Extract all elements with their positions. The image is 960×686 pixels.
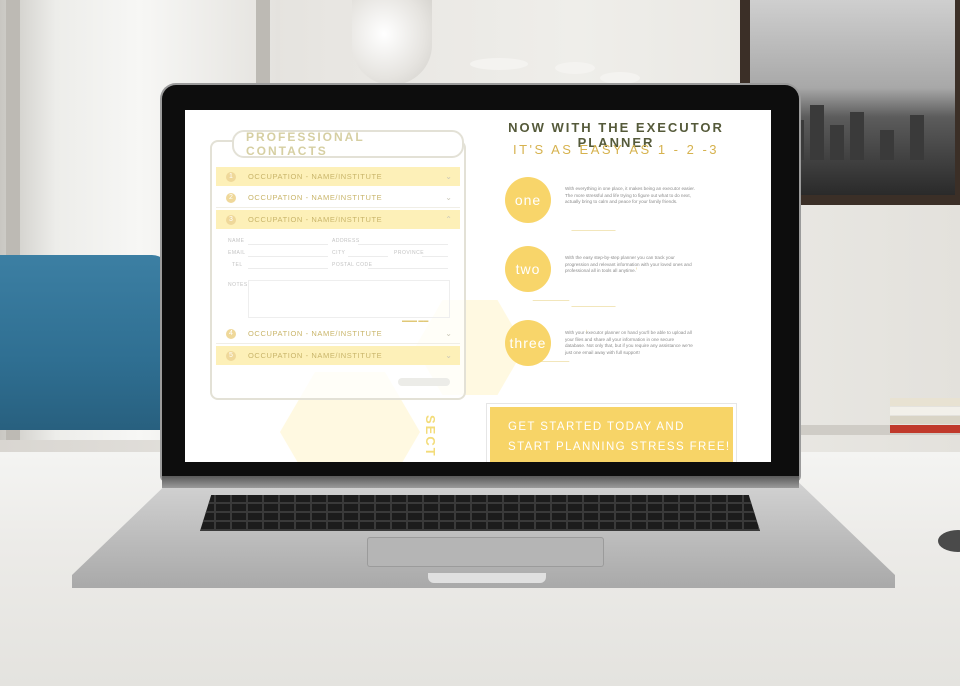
subheadline: IT'S AS EASY AS 1 - 2 -3 [512,142,720,157]
step-one-text: With everything in one place, it makes b… [565,186,695,205]
decor-bird [555,62,595,74]
book [890,398,960,406]
vase [352,0,432,85]
laptop-trackpad [367,537,604,567]
contact-row[interactable]: 5 OCCUPATION - NAME/INSTITUTE ⌄ [216,346,460,365]
building [850,112,864,160]
cta-line-1: GET STARTED TODAY AND [508,421,685,433]
form-label-notes: NOTES [228,282,248,288]
row-number-badge: 2 [226,192,236,203]
row-label: OCCUPATION - NAME/INSTITUTE [248,351,383,360]
form-label-province: PROVINCE [394,250,425,256]
row-label: OCCUPATION - NAME/INSTITUTE [248,215,383,224]
book [890,416,960,424]
contacts-title: PROFESSIONAL CONTACTS [246,130,365,158]
section-label: SECT [423,415,438,458]
building [910,115,924,160]
chevron-down-icon[interactable]: ⌄ [445,172,452,181]
blue-chair [0,255,170,430]
book [890,407,960,415]
cta-line-2: START PLANNING STRESS FREE! [508,441,731,453]
contact-row[interactable]: 4 OCCUPATION - NAME/INSTITUTE ⌄ [216,324,460,344]
decor-bird [470,58,528,70]
chevron-down-icon[interactable]: ⌄ [445,193,452,202]
postal-code-field[interactable] [368,268,448,269]
laptop-lid-notch [428,573,546,583]
laptop-hinge [162,476,799,488]
form-label-tel: TEL [232,262,243,268]
province-field[interactable] [422,256,448,257]
row-number-badge: 5 [226,350,236,361]
email-field[interactable] [248,256,328,257]
get-started-button[interactable]: GET STARTED TODAY AND START PLANNING STR… [490,407,733,462]
chevron-down-icon[interactable]: ⌄ [445,351,452,360]
book-stack [890,398,960,438]
step-three-circle: three [505,320,551,366]
row-label: OCCUPATION - NAME/INSTITUTE [248,193,383,202]
building [830,125,844,160]
form-label-name: NAME [228,238,245,244]
decor-bird [600,72,640,84]
step-three-text: With your executor planner on hand you'l… [565,330,693,355]
contact-row[interactable]: 2 OCCUPATION - NAME/INSTITUTE ⌄ [216,188,460,208]
laptop-screen: PROFESSIONAL CONTACTS 1 OCCUPATION - NAM… [185,110,771,462]
step-one-circle: one [505,177,551,223]
contact-row[interactable]: 1 OCCUPATION - NAME/INSTITUTE ⌄ [216,167,460,186]
step-word: two [515,261,541,277]
row-number-badge: 3 [226,214,236,225]
professional-contacts-panel: PROFESSIONAL CONTACTS 1 OCCUPATION - NAM… [210,130,466,400]
step-two-circle: two [505,246,551,292]
form-label-address: ADDRESS [332,238,360,244]
tel-field[interactable] [248,268,328,269]
add-contact-button[interactable] [398,378,450,386]
row-label: OCCUPATION - NAME/INSTITUTE [248,172,383,181]
chevron-up-icon[interactable]: ⌃ [445,215,452,224]
row-number-badge: 1 [226,171,236,182]
form-label-email: EMAIL [228,250,246,256]
city-field[interactable] [348,256,388,257]
step-word: one [514,192,542,208]
row-label: OCCUPATION - NAME/INSTITUTE [248,329,383,338]
row-number-badge: 4 [226,328,236,339]
contacts-title-pill: PROFESSIONAL CONTACTS [232,130,464,158]
contact-row-expanded[interactable]: 3 OCCUPATION - NAME/INSTITUTE ⌃ [216,210,460,229]
address-field[interactable] [358,244,448,245]
building [810,105,824,160]
chevron-down-icon[interactable]: ⌄ [445,329,452,338]
form-label-city: CITY [332,250,346,256]
step-two-text: With the easy step-by-step planner you c… [565,255,692,274]
name-field[interactable] [248,244,328,245]
form-label-postal: POSTAL CODE [332,262,373,268]
laptop-keyboard [200,495,760,531]
book [890,425,960,433]
notes-textarea[interactable] [248,280,450,318]
step-word: three [509,335,547,351]
building [880,130,894,160]
